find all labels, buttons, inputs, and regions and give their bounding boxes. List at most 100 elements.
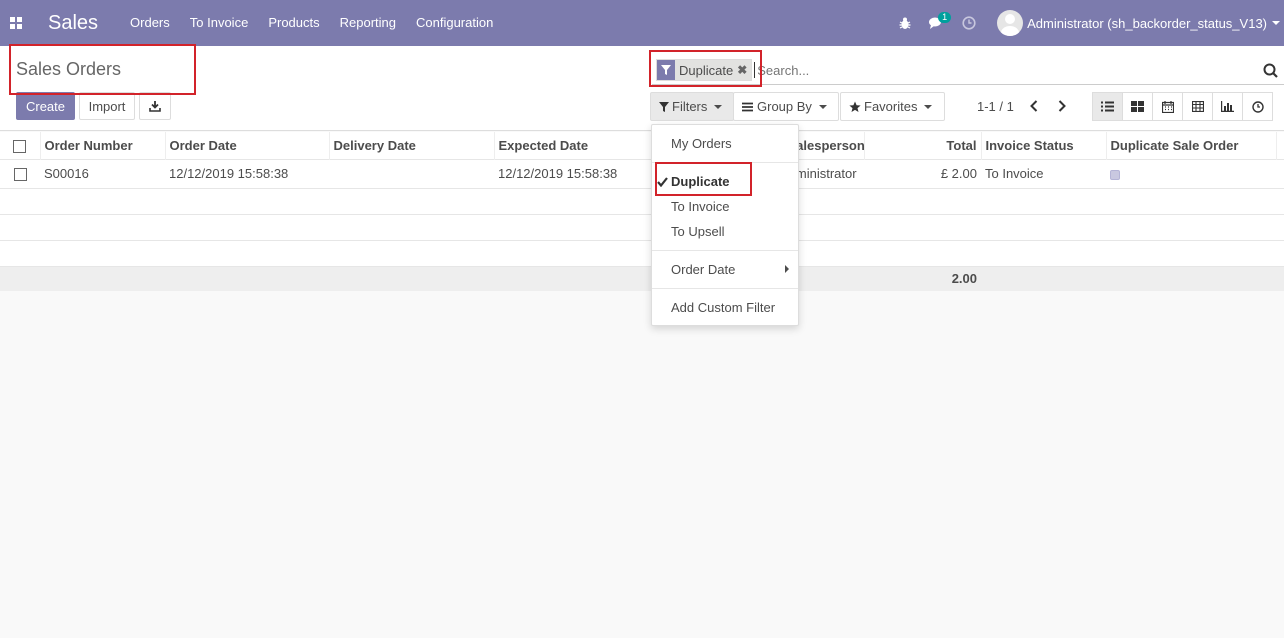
table-footer-row: 2.00 bbox=[0, 265, 1284, 291]
menu-configuration[interactable]: Configuration bbox=[406, 0, 503, 46]
control-panel: Sales Orders Create Import Duplicate ✖ F… bbox=[0, 46, 1284, 131]
favorites-label: Favorites bbox=[864, 99, 918, 114]
footer-spacer bbox=[981, 265, 1284, 291]
filter-order-date[interactable]: Order Date bbox=[671, 262, 735, 277]
menu-reporting[interactable]: Reporting bbox=[330, 0, 406, 46]
dropdown-divider bbox=[652, 250, 798, 251]
pager-value[interactable]: 1-1 / 1 bbox=[977, 99, 1014, 114]
chevron-down-icon bbox=[818, 104, 827, 109]
column-header[interactable]: Expected Date bbox=[494, 132, 653, 159]
check-icon bbox=[657, 175, 668, 190]
select-all-cell bbox=[0, 132, 41, 159]
messages-icon[interactable]: 1 bbox=[925, 0, 952, 46]
user-name: Administrator (sh_backorder_status_V13) bbox=[1027, 15, 1267, 31]
empty-cell bbox=[0, 239, 1284, 266]
chevron-down-icon bbox=[1272, 21, 1280, 25]
filter-icon bbox=[659, 101, 669, 112]
filters-dropdown: My Orders Duplicate To Invoice To Upsell… bbox=[651, 124, 799, 326]
chevron-down-icon bbox=[714, 104, 723, 109]
filter-duplicate[interactable]: Duplicate bbox=[671, 174, 730, 189]
close-icon[interactable]: ✖ bbox=[737, 63, 751, 77]
select-all-checkbox[interactable] bbox=[13, 139, 27, 153]
column-header[interactable]: Duplicate Sale Order bbox=[1106, 132, 1277, 159]
filter-to-invoice[interactable]: To Invoice bbox=[671, 199, 730, 214]
table-header-row: Order Number Order Date Delivery Date Ex… bbox=[0, 132, 1284, 159]
group-by-label: Group By bbox=[757, 99, 812, 114]
activity-view-button[interactable] bbox=[1242, 92, 1273, 121]
column-header-spacer bbox=[1276, 132, 1284, 159]
list-view-icon bbox=[1101, 101, 1114, 112]
menu-products[interactable]: Products bbox=[258, 0, 329, 46]
filters-button[interactable]: Filters bbox=[650, 92, 734, 121]
duplicate-cell bbox=[1106, 158, 1276, 188]
table-icon bbox=[1191, 101, 1204, 112]
star-icon bbox=[849, 101, 861, 112]
dropdown-divider bbox=[652, 288, 798, 289]
download-icon bbox=[149, 101, 161, 112]
delivery-date-cell bbox=[329, 158, 494, 188]
pivot-view-button[interactable] bbox=[1182, 92, 1213, 121]
footer-total: 2.00 bbox=[864, 265, 981, 291]
activity-clock-icon[interactable] bbox=[957, 0, 981, 46]
list-icon bbox=[742, 102, 753, 111]
chevron-down-icon bbox=[924, 104, 933, 109]
search-input[interactable] bbox=[754, 62, 1235, 78]
caret-right-icon bbox=[785, 265, 789, 273]
graph-view-button[interactable] bbox=[1212, 92, 1243, 121]
favorites-button[interactable]: Favorites bbox=[840, 92, 945, 121]
avatar bbox=[997, 10, 1024, 36]
messages-badge: 1 bbox=[938, 12, 952, 23]
facet-label: Duplicate bbox=[679, 62, 734, 78]
top-navbar: Sales Orders To Invoice Products Reporti… bbox=[0, 0, 1284, 46]
list-view-button[interactable] bbox=[1092, 92, 1123, 121]
column-header[interactable]: Delivery Date bbox=[329, 132, 495, 159]
calendar-view-button[interactable] bbox=[1152, 92, 1183, 121]
empty-row bbox=[0, 187, 1284, 214]
debug-bug-icon[interactable] bbox=[893, 0, 917, 46]
app-title: Sales bbox=[48, 11, 99, 34]
chevron-right-icon bbox=[1058, 100, 1066, 112]
download-button[interactable] bbox=[139, 92, 171, 120]
clock-icon bbox=[1251, 100, 1264, 113]
import-button[interactable]: Import bbox=[79, 92, 135, 120]
chevron-left-icon bbox=[1030, 100, 1038, 112]
empty-row bbox=[0, 239, 1284, 266]
filter-to-upsell[interactable]: To Upsell bbox=[671, 224, 724, 239]
filters-label: Filters bbox=[672, 99, 708, 114]
row-checkbox[interactable] bbox=[13, 168, 27, 182]
invoice-status-cell: To Invoice bbox=[981, 158, 1106, 188]
group-by-button[interactable]: Group By bbox=[733, 92, 839, 121]
empty-cell bbox=[0, 187, 1284, 214]
menu-orders[interactable]: Orders bbox=[120, 0, 180, 46]
pager-previous-button[interactable] bbox=[1024, 96, 1044, 116]
create-button[interactable]: Create bbox=[16, 92, 75, 120]
apps-menu-icon[interactable] bbox=[0, 0, 32, 46]
column-header[interactable]: Order Date bbox=[165, 132, 330, 159]
column-header[interactable]: Total bbox=[864, 132, 982, 159]
table-row[interactable]: S00016 12/12/2019 15:58:38 12/12/2019 15… bbox=[0, 158, 1284, 188]
search-icon[interactable] bbox=[1263, 63, 1278, 81]
kanban-view-icon bbox=[1131, 101, 1144, 112]
spacer-cell bbox=[1276, 158, 1284, 188]
user-menu[interactable]: Administrator (sh_backorder_status_V13) bbox=[997, 10, 1280, 36]
duplicate-checkbox bbox=[1110, 169, 1120, 180]
column-header[interactable]: Order Number bbox=[40, 132, 166, 159]
filter-my-orders[interactable]: My Orders bbox=[671, 136, 732, 151]
view-switcher bbox=[1092, 92, 1273, 121]
column-header[interactable]: Invoice Status bbox=[981, 132, 1107, 159]
bar-chart-icon bbox=[1221, 101, 1234, 112]
calendar-view-icon bbox=[1161, 100, 1174, 113]
search-bar: Duplicate ✖ bbox=[652, 56, 1284, 85]
search-facet: Duplicate ✖ bbox=[656, 59, 753, 81]
expected-date-cell: 12/12/2019 15:58:38 bbox=[494, 158, 652, 188]
pager-next-button[interactable] bbox=[1052, 96, 1072, 116]
sales-orders-table: Order Number Order Date Delivery Date Ex… bbox=[0, 132, 1284, 291]
dropdown-divider bbox=[652, 162, 798, 163]
total-cell: £ 2.00 bbox=[864, 158, 981, 188]
add-custom-filter[interactable]: Add Custom Filter bbox=[671, 300, 775, 315]
menu-to-invoice[interactable]: To Invoice bbox=[180, 0, 259, 46]
filter-icon bbox=[657, 60, 675, 80]
row-select-cell bbox=[0, 158, 40, 188]
kanban-view-button[interactable] bbox=[1122, 92, 1153, 121]
order-date-cell: 12/12/2019 15:58:38 bbox=[165, 158, 329, 188]
